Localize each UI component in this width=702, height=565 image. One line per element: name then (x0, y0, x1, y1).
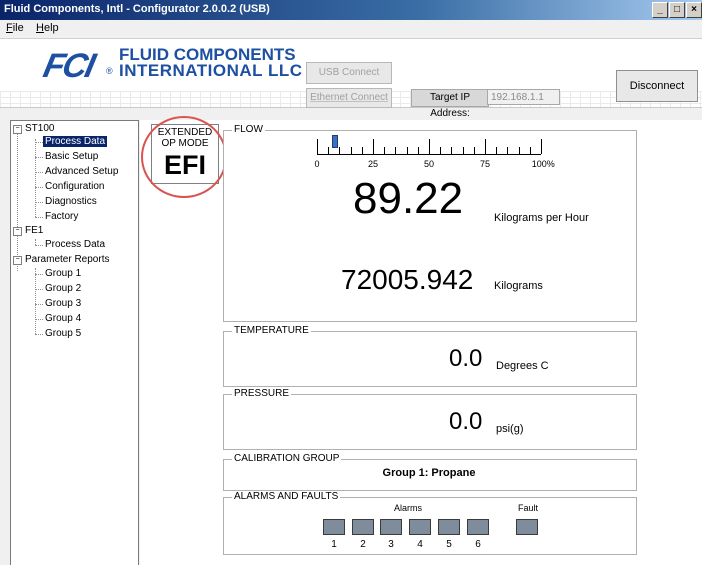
tree-node-fe1[interactable]: FE1 (25, 225, 43, 236)
tree-node-parameter-reports[interactable]: Parameter Reports (25, 254, 109, 265)
fault-label: Fault (518, 503, 539, 513)
tree-item-fe1-process-data[interactable]: Process Data (45, 239, 105, 250)
scale-tick (407, 147, 408, 154)
calibration-value: Group 1: Propane (382, 467, 476, 479)
tree-item-diagnostics[interactable]: Diagnostics (45, 196, 97, 207)
scale-label-100: 100% (531, 159, 555, 169)
scale-tick (451, 147, 452, 154)
scale-tick (496, 147, 497, 154)
company-name: FLUID COMPONENTS INTERNATIONAL LLC (119, 46, 303, 80)
scale-tick (351, 147, 352, 154)
scale-label-25: 25 (367, 159, 379, 169)
scale-label-75: 75 (479, 159, 491, 169)
scale-tick (541, 139, 542, 154)
highlight-circle (141, 116, 227, 198)
alarm-number-3: 3 (388, 539, 394, 550)
scale-tick (362, 147, 363, 154)
alarm-number-6: 6 (475, 539, 481, 550)
tree-item-group-2[interactable]: Group 2 (45, 283, 81, 294)
scale-tick (485, 139, 486, 154)
flow-total-unit: Kilograms (494, 280, 543, 292)
alarm-indicator-1 (323, 519, 345, 535)
tree-item-group-5[interactable]: Group 5 (45, 328, 81, 339)
flow-bar-scale: 0 25 50 75 100% (314, 134, 555, 169)
scale-label-50: 50 (423, 159, 435, 169)
tree-item-advanced-setup[interactable]: Advanced Setup (45, 166, 118, 177)
window-controls: _ □ × (652, 2, 702, 18)
scale-label-0: 0 (314, 159, 320, 169)
tree-item-configuration[interactable]: Configuration (45, 181, 104, 192)
menu-help[interactable]: Help (36, 22, 59, 34)
configurator-window: Fluid Components, Intl - Configurator 2.… (0, 0, 702, 565)
st100-collapse-icon[interactable]: − (13, 125, 22, 134)
company-name-line2: INTERNATIONAL LLC (119, 61, 303, 80)
scale-tick (373, 139, 374, 154)
scale-tick (395, 147, 396, 154)
alarm-number-4: 4 (417, 539, 423, 550)
calibration-legend: CALIBRATION GROUP (232, 453, 342, 464)
alarms-label: Alarms (394, 503, 423, 513)
registered-mark: ® (106, 66, 113, 76)
temperature-value: 0.0 (449, 345, 483, 372)
maximize-button[interactable]: □ (669, 2, 685, 18)
scale-tick (519, 147, 520, 154)
pressure-group: PRESSURE (223, 388, 637, 450)
alarm-number-2: 2 (360, 539, 366, 550)
title-bar: Fluid Components, Intl - Configurator 2.… (0, 0, 702, 20)
pressure-legend: PRESSURE (232, 388, 292, 399)
alarm-indicator-3 (380, 519, 402, 535)
usb-connect-button[interactable]: USB Connect (306, 62, 392, 84)
fault-indicator (516, 519, 538, 535)
pressure-unit: psi(g) (496, 423, 524, 435)
reports-collapse-icon[interactable]: − (13, 256, 22, 265)
flow-rate-value: 89.22 (353, 174, 464, 223)
target-ip-field[interactable]: 192.168.1.1 (487, 89, 560, 105)
temperature-group: TEMPERATURE (223, 325, 637, 387)
tree-item-st100-process-data[interactable]: Process Data (43, 136, 108, 147)
disconnect-button[interactable]: Disconnect (616, 70, 698, 102)
scale-tick (384, 147, 385, 154)
scale-tick (339, 147, 340, 154)
pressure-value: 0.0 (449, 408, 483, 435)
alarm-number-1: 1 (331, 539, 337, 550)
flow-bar-pointer (332, 135, 338, 148)
fe1-collapse-icon[interactable]: − (13, 227, 22, 236)
scale-tick (440, 147, 441, 154)
temperature-unit: Degrees C (496, 360, 549, 372)
flow-legend: FLOW (232, 124, 265, 135)
scale-tick (429, 139, 430, 154)
alarm-indicator-5 (438, 519, 460, 535)
scale-tick (317, 139, 318, 154)
scale-baseline (317, 154, 541, 155)
menu-file[interactable]: File (6, 22, 24, 34)
window-title: Fluid Components, Intl - Configurator 2.… (4, 3, 270, 15)
tree-item-factory[interactable]: Factory (45, 211, 78, 222)
flow-total-value: 72005.942 (341, 264, 474, 295)
tree-node-st100[interactable]: ST100 (25, 123, 54, 134)
tree-item-group-4[interactable]: Group 4 (45, 313, 81, 324)
scale-tick (418, 147, 419, 154)
tree-item-group-3[interactable]: Group 3 (45, 298, 81, 309)
navigation-tree: − ST100 Process Data Basic Setup Advance… (10, 120, 139, 565)
scale-tick (530, 147, 531, 154)
alarm-indicator-6 (467, 519, 489, 535)
alarms-legend: ALARMS AND FAULTS (232, 491, 341, 502)
tree-item-basic-setup[interactable]: Basic Setup (45, 151, 98, 162)
fci-logo-mark: FCI (40, 47, 97, 85)
minimize-button[interactable]: _ (652, 2, 668, 18)
scale-tick (463, 147, 464, 154)
alarm-number-5: 5 (446, 539, 452, 550)
target-ip-label: Target IP Address: (411, 89, 489, 119)
scale-tick (328, 147, 329, 154)
temperature-legend: TEMPERATURE (232, 325, 311, 336)
alarm-indicator-4 (409, 519, 431, 535)
ethernet-connect-button[interactable]: Ethernet Connect (306, 88, 392, 108)
scale-tick (507, 147, 508, 154)
tree-item-group-1[interactable]: Group 1 (45, 268, 81, 279)
close-button[interactable]: × (686, 2, 702, 18)
scale-tick (474, 147, 475, 154)
menu-bar: File Help (0, 20, 702, 39)
alarm-indicator-2 (352, 519, 374, 535)
flow-rate-unit: Kilograms per Hour (494, 212, 589, 224)
